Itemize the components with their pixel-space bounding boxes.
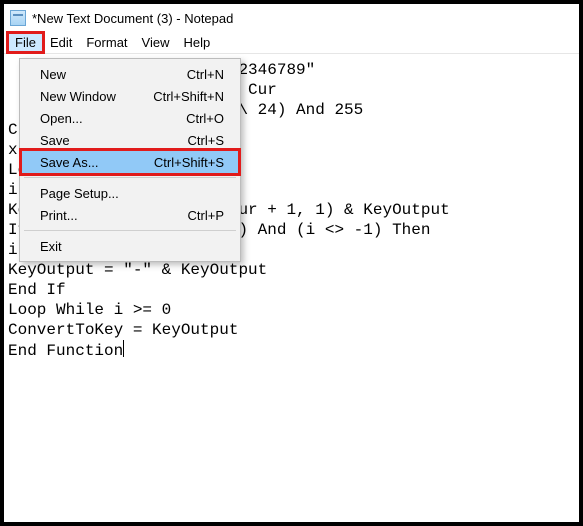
menu-format[interactable]: Format (79, 33, 134, 52)
menu-label: Exit (40, 239, 62, 254)
editor-line: End Function (8, 340, 575, 361)
menu-item-save[interactable]: Save Ctrl+S (22, 129, 238, 151)
titlebar: *New Text Document (3) - Notepad (4, 4, 579, 32)
menu-label: Save (40, 133, 70, 148)
menu-item-exit[interactable]: Exit (22, 235, 238, 257)
menu-label: New Window (40, 89, 116, 104)
menu-file[interactable]: File (8, 33, 43, 52)
menu-item-new[interactable]: New Ctrl+N (22, 63, 238, 85)
menu-label: Page Setup... (40, 186, 119, 201)
menu-item-open[interactable]: Open... Ctrl+O (22, 107, 238, 129)
menu-item-page-setup[interactable]: Page Setup... (22, 182, 238, 204)
menu-label: Save As... (40, 155, 99, 170)
notepad-icon (10, 10, 26, 26)
menu-accel: Ctrl+Shift+N (153, 89, 224, 104)
menu-label: Open... (40, 111, 83, 126)
text-caret (123, 340, 124, 357)
menu-accel: Ctrl+N (187, 67, 224, 82)
menu-label: New (40, 67, 66, 82)
menu-accel: Ctrl+S (188, 133, 224, 148)
menu-view[interactable]: View (135, 33, 177, 52)
menu-edit[interactable]: Edit (43, 33, 79, 52)
editor-line: ConvertToKey = KeyOutput (8, 320, 575, 340)
menu-label: Print... (40, 208, 78, 223)
file-menu-dropdown: New Ctrl+N New Window Ctrl+Shift+N Open.… (19, 58, 241, 262)
menu-separator (24, 230, 236, 231)
menu-item-save-as[interactable]: Save As... Ctrl+Shift+S (22, 151, 238, 173)
editor-line: Loop While i >= 0 (8, 300, 575, 320)
editor-line: End If (8, 280, 575, 300)
window-title: *New Text Document (3) - Notepad (32, 11, 233, 26)
menu-item-print[interactable]: Print... Ctrl+P (22, 204, 238, 226)
menu-accel: Ctrl+P (188, 208, 224, 223)
menu-accel: Ctrl+O (186, 111, 224, 126)
menu-item-new-window[interactable]: New Window Ctrl+Shift+N (22, 85, 238, 107)
menu-separator (24, 177, 236, 178)
menubar: File Edit Format View Help (4, 32, 579, 54)
menu-help[interactable]: Help (176, 33, 217, 52)
editor-line: KeyOutput = "-" & KeyOutput (8, 260, 575, 280)
menu-accel: Ctrl+Shift+S (154, 155, 224, 170)
